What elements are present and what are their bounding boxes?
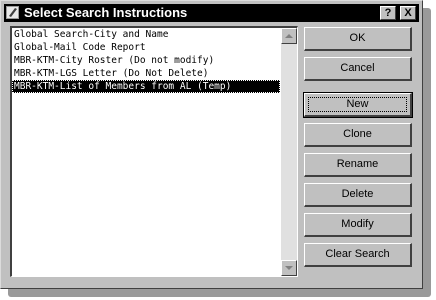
scroll-up-button[interactable]: [281, 28, 297, 44]
ok-label: OK: [349, 32, 366, 44]
rename-label: Rename: [336, 158, 379, 170]
list-item-selected[interactable]: MBR-KTM-List of Members from AL (Temp): [12, 80, 280, 93]
clear-search-label: Clear Search: [325, 248, 390, 260]
close-button[interactable]: X: [400, 6, 416, 20]
vertical-scrollbar[interactable]: [281, 28, 297, 276]
list-item[interactable]: Global-Mail Code Report: [12, 41, 280, 54]
cancel-label: Cancel: [340, 62, 375, 74]
clone-label: Clone: [343, 128, 372, 140]
rename-button[interactable]: Rename: [304, 153, 412, 177]
new-button[interactable]: New: [303, 92, 413, 118]
ok-button[interactable]: OK: [304, 27, 412, 51]
arrow-down-icon: [285, 266, 293, 270]
list-rows: Global Search-City and Name Global-Mail …: [12, 28, 280, 93]
title-bar[interactable]: Select Search Instructions ? X: [4, 4, 419, 22]
list-item[interactable]: MBR-KTM-LGS Letter (Do Not Delete): [12, 67, 280, 80]
clear-search-button[interactable]: Clear Search: [304, 243, 412, 267]
window-title: Select Search Instructions: [24, 5, 188, 20]
list-item[interactable]: MBR-KTM-City Roster (Do not modify): [12, 54, 280, 67]
arrow-up-icon: [285, 34, 293, 38]
delete-label: Delete: [341, 188, 374, 200]
search-instructions-list[interactable]: Global Search-City and Name Global-Mail …: [10, 26, 298, 277]
new-label: New: [346, 98, 369, 110]
app-icon: [6, 6, 19, 19]
help-button[interactable]: ?: [380, 6, 396, 20]
clone-button[interactable]: Clone: [304, 123, 412, 147]
delete-button[interactable]: Delete: [304, 183, 412, 207]
modify-label: Modify: [341, 218, 374, 230]
modify-button[interactable]: Modify: [304, 213, 412, 237]
scroll-down-button[interactable]: [281, 260, 297, 276]
cancel-button[interactable]: Cancel: [304, 57, 412, 81]
dialog-window: Select Search Instructions ? X Global Se…: [0, 0, 423, 289]
list-item[interactable]: Global Search-City and Name: [12, 28, 280, 41]
